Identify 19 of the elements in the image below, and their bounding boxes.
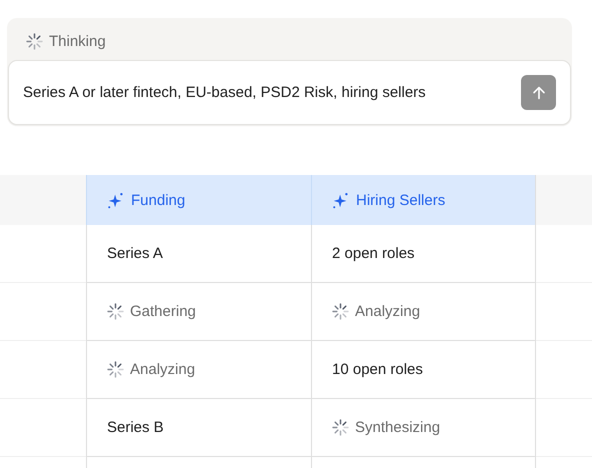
spinner-icon — [107, 361, 124, 378]
prompt-field[interactable]: Series A or later fintech, EU-based, PSD2 Risk, hiring sellers — [8, 60, 571, 125]
send-button[interactable] — [521, 75, 556, 110]
table-cell: Gathering — [86, 283, 311, 341]
column-header[interactable]: Funding — [86, 175, 311, 225]
spinner-icon — [332, 303, 349, 320]
sparkle-icon — [332, 191, 350, 209]
table-cell: 2 open roles — [311, 225, 536, 283]
column-header[interactable]: Hiring Sellers — [311, 175, 536, 225]
spinner-icon — [107, 303, 124, 320]
table-cell: Analyzing — [311, 283, 536, 341]
spinner-icon — [332, 419, 349, 436]
table-cell: Analyzing — [86, 341, 311, 399]
table-cell: Series A — [86, 225, 311, 283]
sparkle-icon — [107, 191, 125, 209]
status-text: Thinking — [49, 32, 106, 50]
table-cell: 10 open roles — [311, 341, 536, 399]
table-cell: Synthesizing — [311, 399, 536, 457]
table-cell: Series B — [86, 399, 311, 457]
